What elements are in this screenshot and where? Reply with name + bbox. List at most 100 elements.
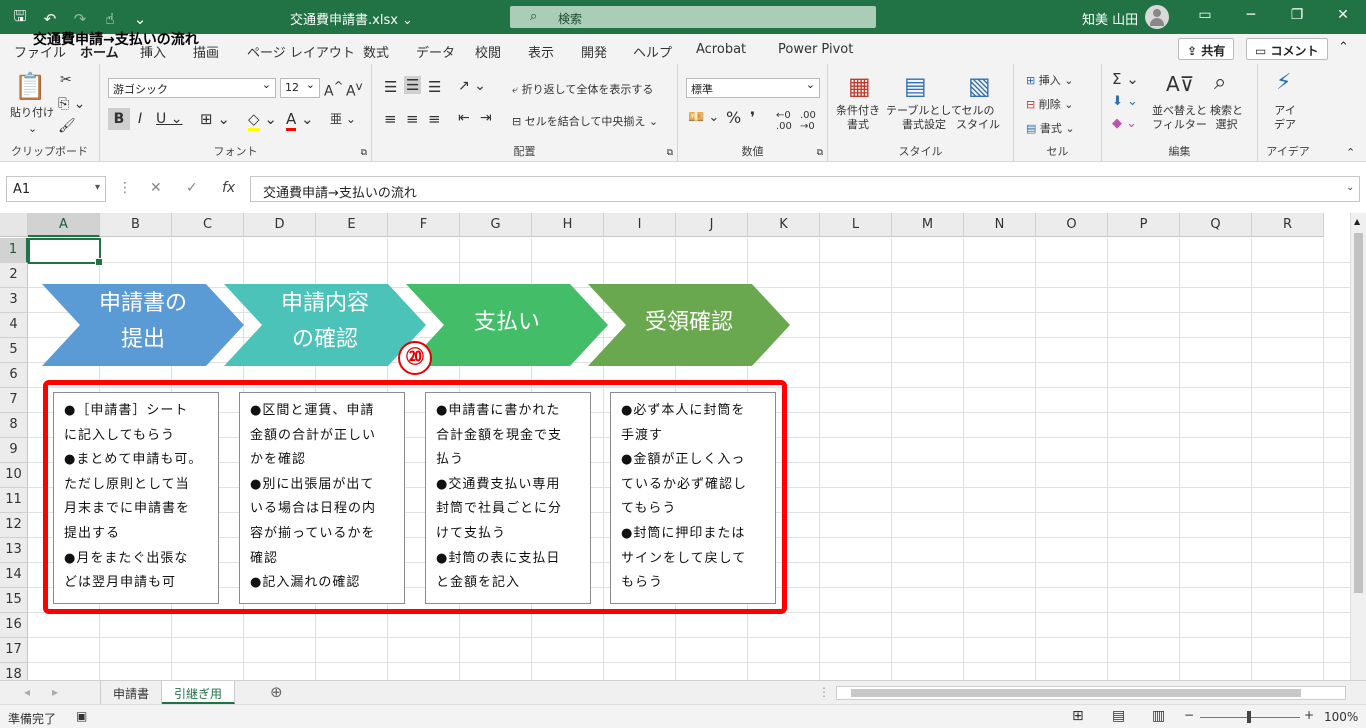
column-header-r[interactable]: R bbox=[1252, 213, 1324, 237]
format-painter-icon[interactable]: 🖌 bbox=[58, 118, 76, 134]
align-bottom-icon[interactable]: ☰ bbox=[428, 78, 441, 96]
column-header-a[interactable]: A bbox=[28, 213, 100, 237]
phonetic-icon[interactable]: 亜 ⌄ bbox=[330, 110, 356, 127]
column-header-g[interactable]: G bbox=[460, 213, 532, 237]
cell-a1-title[interactable]: 交通費申請→支払いの流れ bbox=[33, 29, 199, 49]
collapse-ribbon-icon[interactable]: ⌃ bbox=[1338, 40, 1349, 55]
horizontal-scroll-thumb[interactable] bbox=[851, 689, 1301, 697]
column-header-q[interactable]: Q bbox=[1180, 213, 1252, 237]
find-select-icon[interactable]: ⌕ bbox=[1214, 70, 1226, 95]
row-header-1[interactable]: 1 bbox=[0, 238, 28, 263]
vertical-scroll-thumb[interactable] bbox=[1354, 233, 1363, 593]
align-right-icon[interactable]: ≡ bbox=[428, 110, 441, 128]
comma-icon[interactable]: ❜ bbox=[750, 108, 755, 127]
paste-icon[interactable]: 📋 bbox=[14, 72, 46, 102]
restore-icon[interactable]: ❐ bbox=[1282, 7, 1312, 23]
row-header-3[interactable]: 3 bbox=[0, 288, 28, 313]
row-header-5[interactable]: 5 bbox=[0, 338, 28, 363]
ribbon-display-icon[interactable]: ▭ bbox=[1190, 7, 1220, 23]
increase-font-icon[interactable]: A^ bbox=[324, 79, 343, 100]
fill-icon[interactable]: ⬇ ⌄ bbox=[1112, 94, 1138, 109]
increase-decimal-icon[interactable]: ←0.00 bbox=[776, 110, 792, 132]
page-break-view-icon[interactable]: ▥ bbox=[1152, 708, 1165, 724]
row-header-11[interactable]: 11 bbox=[0, 488, 28, 513]
row-header-6[interactable]: 6 bbox=[0, 363, 28, 388]
row-header-15[interactable]: 15 bbox=[0, 588, 28, 613]
ideas-button[interactable]: アイ デア bbox=[1274, 104, 1296, 132]
undo-icon[interactable]: ↶ bbox=[40, 10, 60, 28]
number-format-select[interactable]: 標準 bbox=[686, 78, 820, 98]
fill-color-icon[interactable]: ◇ ⌄ bbox=[248, 110, 277, 131]
conditional-format-icon[interactable]: ▦ bbox=[848, 72, 871, 100]
row-header-18[interactable]: 18 bbox=[0, 663, 28, 680]
text-box-2[interactable]: ●区間と運賃、申請 金額の合計が正しい かを確認 ●別に出張届が出て いる場合は日程の内… bbox=[239, 392, 405, 604]
sort-filter-icon[interactable]: A⊽ bbox=[1166, 72, 1194, 96]
row-header-9[interactable]: 9 bbox=[0, 438, 28, 463]
column-header-k[interactable]: K bbox=[748, 213, 820, 237]
align-top-icon[interactable]: ☰ bbox=[384, 78, 397, 96]
number-dialog-launcher-icon[interactable]: ⧉ bbox=[817, 148, 823, 158]
tab-acrobat[interactable]: Acrobat bbox=[696, 42, 746, 57]
zoom-in-icon[interactable]: + bbox=[1304, 708, 1314, 722]
font-size-select[interactable]: 12 bbox=[280, 78, 320, 98]
column-header-o[interactable]: O bbox=[1036, 213, 1108, 237]
tab-developer[interactable]: 開発 bbox=[581, 42, 607, 61]
tab-data[interactable]: データ bbox=[416, 42, 455, 61]
font-dialog-launcher-icon[interactable]: ⧉ bbox=[361, 148, 367, 158]
insert-function-icon[interactable]: fx bbox=[222, 180, 235, 196]
row-header-2[interactable]: 2 bbox=[0, 263, 28, 288]
name-box[interactable]: A1 bbox=[6, 176, 106, 202]
cut-icon[interactable]: ✂ bbox=[60, 72, 72, 88]
column-header-e[interactable]: E bbox=[316, 213, 388, 237]
border-icon[interactable]: ⊞ ⌄ bbox=[200, 110, 230, 128]
autosum-icon[interactable]: Σ ⌄ bbox=[1112, 70, 1139, 88]
confirm-entry-icon[interactable]: ✓ bbox=[186, 180, 198, 196]
text-box-3[interactable]: ●申請書に書かれた 合計金額を現金で支 払う ●交通費支払い専用 封筒で社員ごとに分 けて… bbox=[425, 392, 591, 604]
customize-qat-icon[interactable]: ⌄ bbox=[130, 10, 150, 28]
cell-styles-button[interactable]: セルの スタイル bbox=[956, 104, 1000, 132]
text-box-4[interactable]: ●必ず本人に封筒を 手渡す ●金額が正しく入っ ているか必ず確認し てもらう ●封筒に押印… bbox=[610, 392, 776, 604]
decrease-font-icon[interactable]: Av bbox=[346, 79, 362, 100]
format-as-table-icon[interactable]: ▤ bbox=[904, 72, 927, 100]
font-name-select[interactable]: 游ゴシック bbox=[108, 78, 276, 98]
find-select-button[interactable]: 検索と 選択 bbox=[1210, 104, 1243, 132]
next-sheet-icon[interactable]: ▸ bbox=[52, 685, 58, 699]
paste-button[interactable]: 貼り付け bbox=[10, 106, 54, 120]
scroll-up-icon[interactable]: ▲ bbox=[1354, 217, 1360, 226]
column-header-h[interactable]: H bbox=[532, 213, 604, 237]
text-box-1[interactable]: ●［申請書］シート に記入してもらう ●まとめて申請も可。 ただし原則として当 月末まで… bbox=[53, 392, 219, 604]
align-middle-icon[interactable]: ☰ bbox=[404, 76, 422, 94]
orientation-icon[interactable]: ↗ ⌄ bbox=[458, 78, 486, 94]
tab-page-layout[interactable]: ページ レイアウト bbox=[247, 42, 355, 61]
format-cells-button[interactable]: ▤ 書式 ⌄ bbox=[1026, 120, 1075, 136]
window-title[interactable]: 交通費申請書.xlsx ⌄ bbox=[290, 9, 413, 28]
prev-sheet-icon[interactable]: ◂ bbox=[24, 685, 30, 699]
column-header-n[interactable]: N bbox=[964, 213, 1036, 237]
tab-view[interactable]: 表示 bbox=[528, 42, 554, 61]
close-icon[interactable]: ✕ bbox=[1328, 7, 1358, 23]
zoom-out-icon[interactable]: − bbox=[1184, 708, 1194, 722]
sort-filter-button[interactable]: 並べ替えと フィルター bbox=[1152, 104, 1207, 132]
align-center-icon[interactable]: ≡ bbox=[406, 110, 419, 128]
conditional-format-button[interactable]: 条件付き 書式 bbox=[836, 104, 880, 132]
clear-icon[interactable]: ◆ ⌄ bbox=[1112, 116, 1137, 131]
tab-help[interactable]: ヘルプ bbox=[633, 42, 672, 61]
redo-icon[interactable]: ↷ bbox=[70, 10, 90, 28]
tab-review[interactable]: 校閲 bbox=[475, 42, 501, 61]
row-header-7[interactable]: 7 bbox=[0, 388, 28, 413]
font-color-icon[interactable]: A ⌄ bbox=[286, 110, 314, 131]
row-header-13[interactable]: 13 bbox=[0, 538, 28, 563]
page-layout-view-icon[interactable]: ▤ bbox=[1112, 708, 1125, 724]
search-box[interactable]: ⌕ 検索 bbox=[510, 6, 876, 28]
formula-input[interactable]: 交通費申請→支払いの流れ bbox=[250, 176, 1360, 202]
merge-center-button[interactable]: ⊟ セルを結合して中央揃え ⌄ bbox=[512, 113, 658, 129]
bold-button[interactable]: B bbox=[108, 108, 130, 130]
normal-view-icon[interactable]: ⊞ bbox=[1072, 708, 1084, 724]
cancel-entry-icon[interactable]: ✕ bbox=[150, 180, 162, 196]
minimize-icon[interactable]: ─ bbox=[1236, 7, 1266, 23]
insert-cells-button[interactable]: ⊞ 挿入 ⌄ bbox=[1026, 72, 1073, 88]
align-left-icon[interactable]: ≡ bbox=[384, 110, 397, 128]
row-header-16[interactable]: 16 bbox=[0, 613, 28, 638]
tab-power-pivot[interactable]: Power Pivot bbox=[778, 42, 853, 57]
paste-dropdown-icon[interactable]: ⌄ bbox=[28, 122, 37, 135]
